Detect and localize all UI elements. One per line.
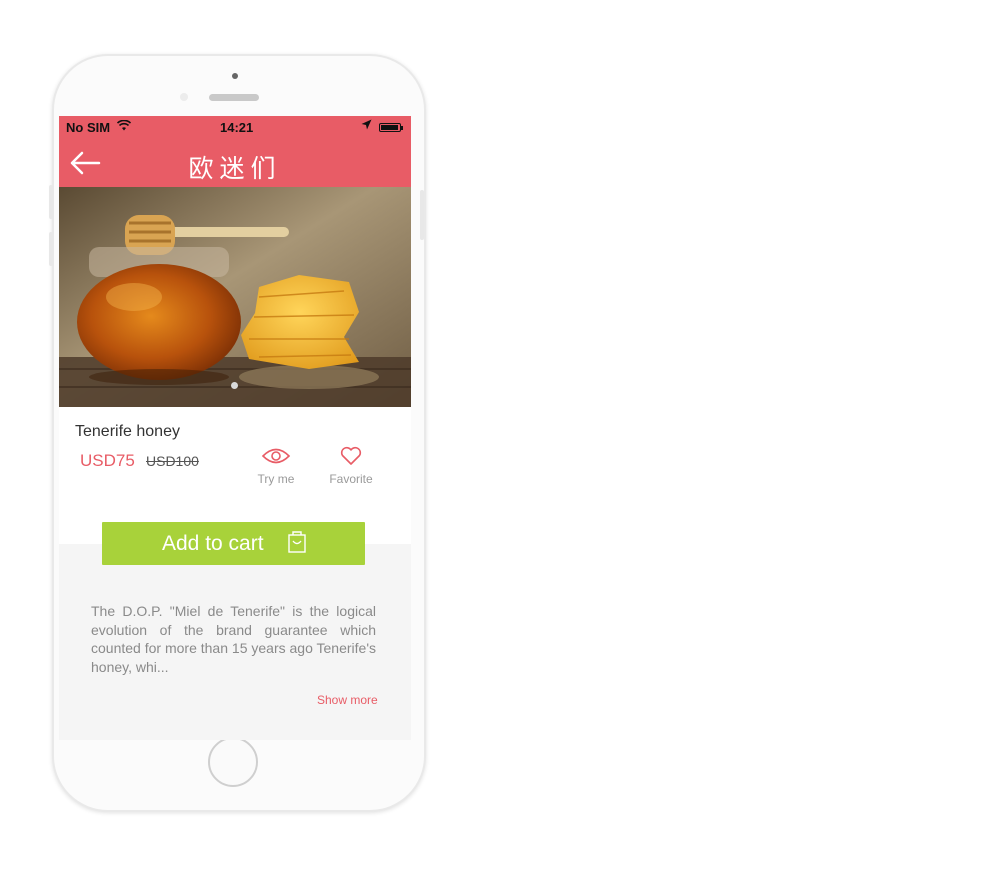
- add-to-cart-label: Add to cart: [162, 532, 264, 555]
- location-icon: [361, 119, 372, 133]
- eye-icon: [261, 448, 291, 464]
- shopping-bag-icon: [287, 530, 307, 560]
- heart-icon: [340, 446, 362, 465]
- product-description: The D.O.P. "Miel de Tenerife" is the log…: [91, 603, 376, 675]
- home-button[interactable]: [208, 737, 258, 787]
- wifi-icon: [116, 119, 132, 134]
- app-screen: No SIM 14:21 欧迷们 Tenerife honey USD75 US…: [59, 116, 411, 740]
- phone-side-button: [49, 185, 53, 219]
- phone-power-button: [420, 190, 424, 240]
- phone-volume-button: [49, 232, 53, 266]
- favorite-button[interactable]: Favorite: [321, 446, 381, 486]
- add-to-cart-button[interactable]: Add to cart: [102, 522, 365, 565]
- try-me-button[interactable]: Try me: [246, 446, 306, 486]
- battery-icon: [379, 123, 401, 132]
- try-me-label: Try me: [257, 472, 295, 486]
- app-header: No SIM 14:21 欧迷们: [59, 116, 411, 187]
- product-name: Tenerife honey: [75, 423, 180, 440]
- front-camera: [232, 73, 238, 79]
- original-price: USD100: [146, 453, 199, 469]
- earpiece-speaker: [209, 94, 259, 101]
- show-more-link[interactable]: Show more: [317, 693, 378, 707]
- page-title: 欧迷们: [188, 154, 282, 183]
- status-bar: No SIM 14:21: [59, 116, 411, 138]
- battery-cap: [401, 126, 403, 130]
- clock: 14:21: [220, 120, 254, 135]
- carrier-label: No SIM: [66, 120, 111, 135]
- product-image[interactable]: [59, 187, 411, 407]
- proximity-sensor: [180, 93, 188, 101]
- product-price: USD75: [80, 451, 135, 470]
- carousel-indicator[interactable]: [231, 382, 238, 389]
- favorite-label: Favorite: [329, 472, 373, 486]
